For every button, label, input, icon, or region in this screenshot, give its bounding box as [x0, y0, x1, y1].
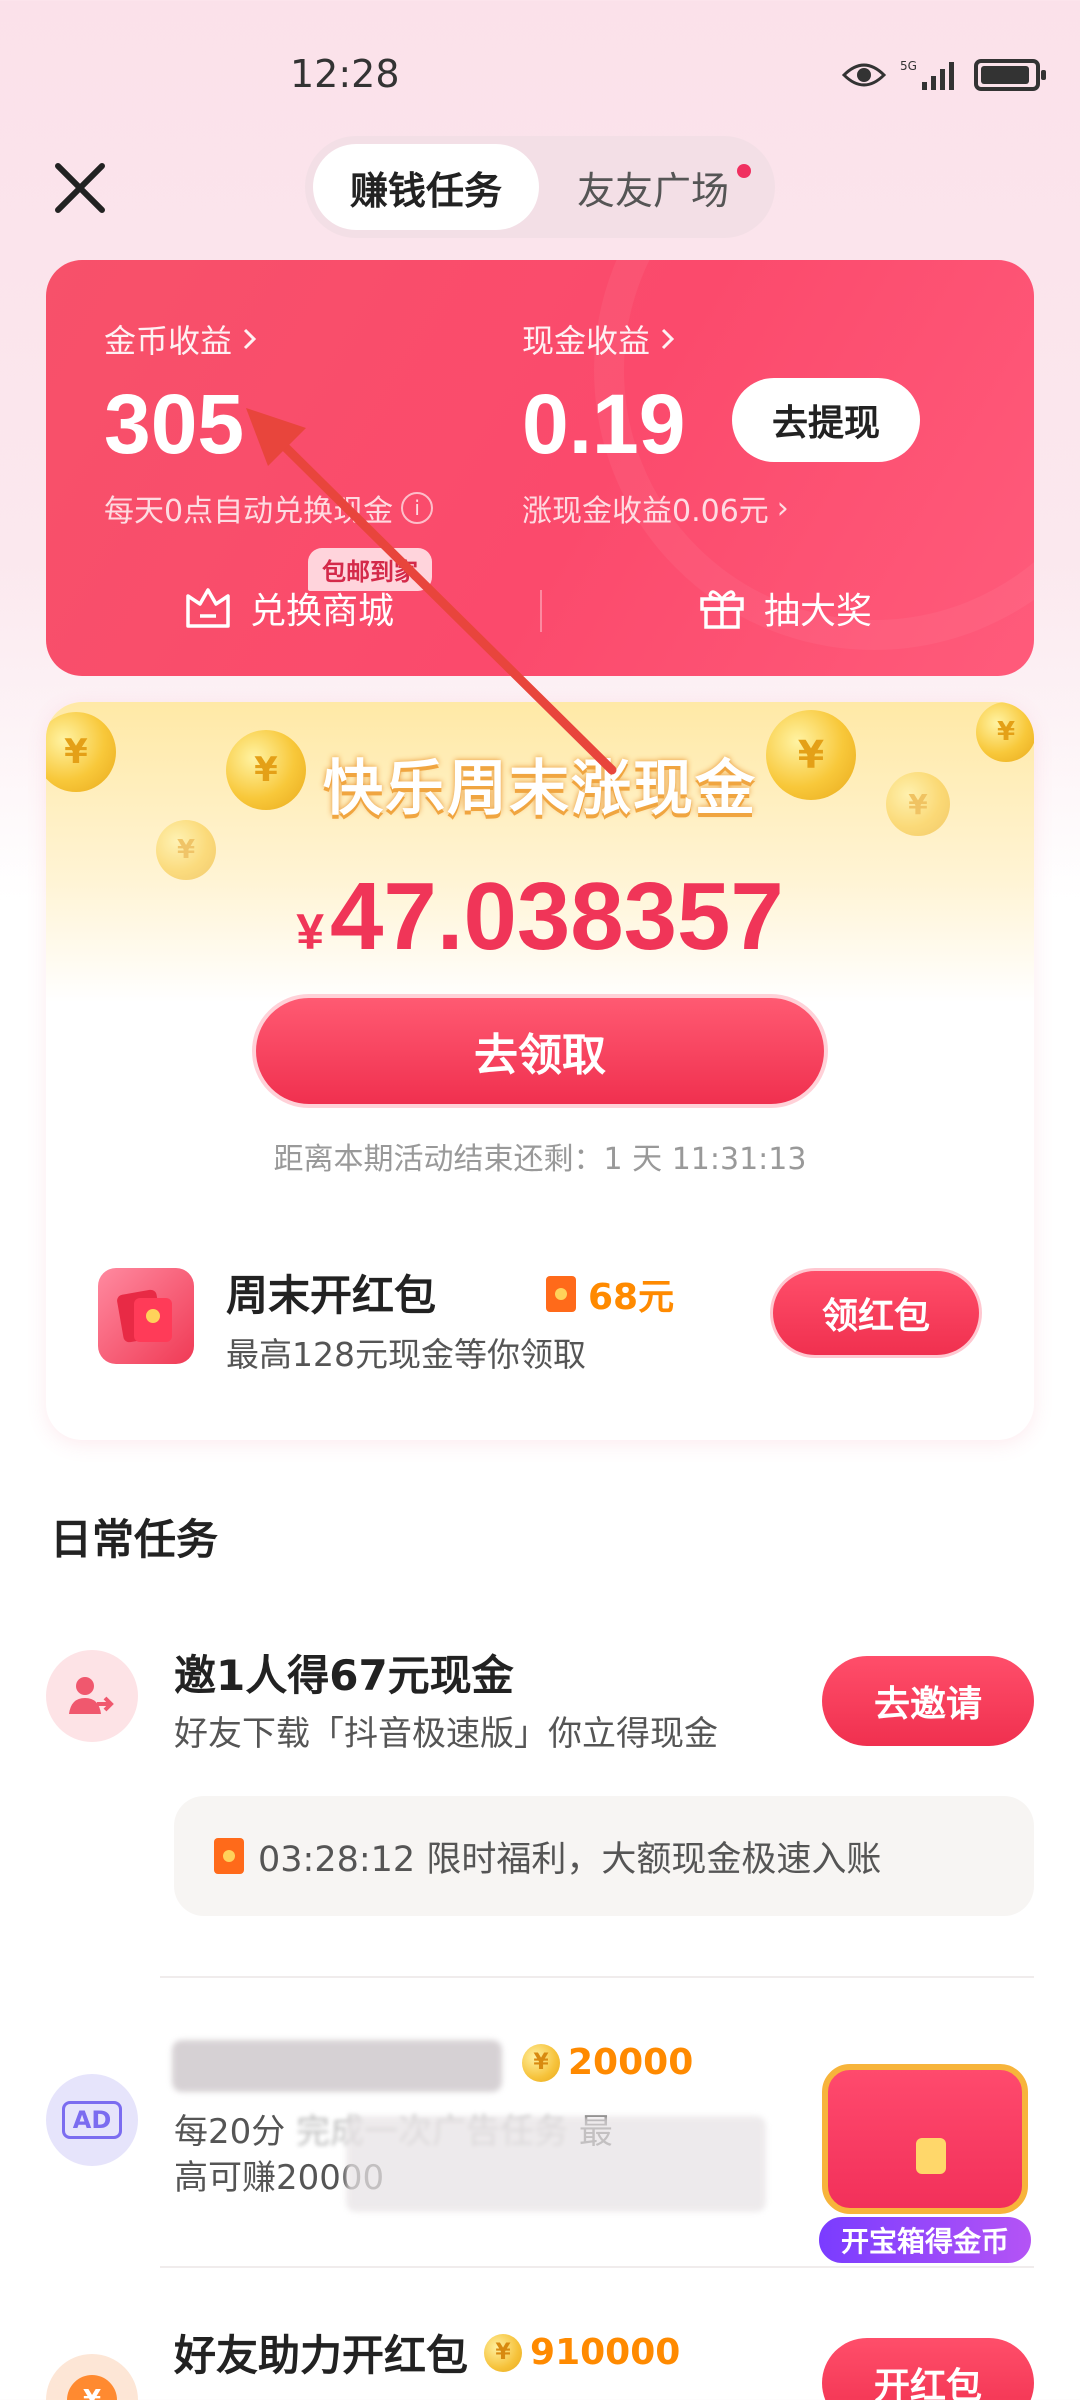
- coin-earnings-value: 305: [104, 377, 245, 471]
- coin-reward-value: 20000: [568, 2042, 694, 2083]
- notification-dot: [737, 164, 751, 178]
- chevron-right-icon: ›: [776, 490, 789, 526]
- coin-icon: ¥: [522, 2043, 560, 2082]
- coin-earnings-note-text: 每天0点自动兑换现金: [104, 494, 394, 529]
- red-envelope-small-icon: [214, 1838, 244, 1874]
- tab-friend-plaza[interactable]: 友友广场: [539, 144, 767, 230]
- weekend-title: 快乐周末涨现金: [323, 754, 757, 824]
- claim-button[interactable]: 去领取: [252, 994, 828, 1108]
- gift-icon: [700, 590, 744, 629]
- lottery-button[interactable]: 抽大奖: [698, 582, 872, 634]
- coin-earnings-note: 每天0点自动兑换现金 i: [104, 486, 434, 530]
- open-redpack-button[interactable]: 开红包: [822, 2338, 1034, 2400]
- coin-earnings[interactable]: 金币收益 305 每天0点自动兑换现金 i: [104, 316, 434, 530]
- divider: [160, 2266, 1034, 2268]
- cash-earnings-note-text: 涨现金收益0.06元: [522, 494, 769, 529]
- red-envelope-icon: [98, 1268, 194, 1364]
- ad-icon: AD: [46, 2074, 138, 2166]
- activity-countdown: 距离本期活动结束还剩：1 天 11:31:13: [273, 1142, 807, 1177]
- tab-earn-tasks[interactable]: 赚钱任务: [313, 144, 539, 230]
- ad-icon-text: AD: [61, 2101, 123, 2139]
- redpack-price-value: 68元: [588, 1277, 675, 1318]
- coin-reward: ¥ 20000: [522, 2042, 693, 2083]
- treasure-label: 开宝箱得金币: [816, 2214, 1034, 2266]
- yuan-coin-icon: ¥: [67, 2375, 117, 2400]
- ad-task-subtitle-start: 每20分: [174, 2112, 286, 2152]
- chevron-right-icon: [661, 328, 675, 350]
- status-bar: 12:28 5G: [0, 0, 1080, 150]
- daily-tasks-title: 日常任务: [50, 1515, 219, 1564]
- coin-icon: ¥: [484, 2333, 523, 2372]
- withdraw-button[interactable]: 去提现: [732, 378, 920, 462]
- envelope-graphic: [117, 1289, 172, 1343]
- signal-icon: 5G: [900, 59, 954, 90]
- redpack-subtitle: 最高128元现金等你领取: [226, 1335, 586, 1374]
- blurred-title: [172, 2040, 502, 2092]
- currency-symbol: ¥: [296, 904, 324, 960]
- lock-icon: [916, 2138, 946, 2174]
- redpack-price: 68元: [546, 1268, 674, 1320]
- shop-icon: [186, 588, 230, 628]
- invite-task-subtitle: 好友下载「抖音极速版」你立得现金: [174, 1714, 718, 1754]
- tab-friend-plaza-label: 友友广场: [576, 168, 729, 213]
- earnings-card: 金币收益 305 每天0点自动兑换现金 i 现金收益 0.19 涨现金收益0.0…: [46, 260, 1034, 676]
- tab-earn-tasks-label: 赚钱任务: [349, 168, 502, 213]
- weekend-cash-card: ¥ ¥ ¥ ¥ ¥ ¥ 快乐周末涨现金 ¥47.038357 去领取 距离本期活…: [46, 702, 1034, 1440]
- get-redpack-button[interactable]: 领红包: [770, 1268, 982, 1358]
- invite-task: 邀1人得67元现金 好友下载「抖音极速版」你立得现金 去邀请: [46, 1636, 1034, 1776]
- invite-task-title: 邀1人得67元现金: [174, 1651, 514, 1700]
- coin-earnings-title: 金币收益: [104, 322, 233, 360]
- limited-offer-text: 03:28:12 限时福利，大额现金极速入账: [258, 1839, 882, 1880]
- chevron-right-icon: [243, 328, 257, 350]
- red-envelope-small-icon: [546, 1276, 576, 1312]
- weekend-amount: ¥47.038357: [46, 862, 1034, 972]
- invite-user-icon: [46, 1650, 138, 1742]
- cash-earnings-note: 涨现金收益0.06元 ›: [522, 486, 789, 530]
- coin-task-icon: ¥: [46, 2354, 138, 2400]
- friend-help-task: ¥ 好友助力开红包 ¥ 910000 开红包: [46, 2318, 1034, 2400]
- status-time: 12:28: [290, 52, 400, 96]
- limited-offer-notice: 03:28:12 限时福利，大额现金极速入账: [174, 1796, 1034, 1916]
- battery-icon: [974, 59, 1046, 91]
- divider: [160, 1976, 1034, 1978]
- divider: [540, 590, 542, 632]
- blurred-region: [346, 2116, 766, 2212]
- close-icon[interactable]: [50, 158, 110, 218]
- friend-help-task-title: 好友助力开红包 ¥ 910000: [174, 2322, 680, 2383]
- eye-icon: [842, 63, 886, 87]
- battery-fill: [981, 66, 1029, 84]
- coin-reward: ¥ 910000: [484, 2332, 680, 2373]
- treasure-chest-icon: [822, 2064, 1028, 2214]
- treasure-chest-button[interactable]: 开宝箱得金币: [816, 2064, 1034, 2270]
- ad-task-reward: ¥ 20000: [522, 2042, 693, 2083]
- weekend-banner: ¥ ¥ ¥ ¥ ¥ ¥ 快乐周末涨现金 ¥47.038357: [46, 702, 1034, 1002]
- status-icons: 5G: [842, 58, 1046, 92]
- cash-earnings-title: 现金收益: [522, 322, 651, 360]
- friend-help-title-text: 好友助力开红包: [174, 2331, 469, 2380]
- network-type-label: 5G: [900, 59, 917, 73]
- cash-earnings-label: 现金收益: [522, 316, 789, 362]
- exchange-shop-button[interactable]: 兑换商城: [184, 582, 394, 634]
- coin-earnings-label: 金币收益: [104, 316, 433, 362]
- redpack-title: 周末开红包: [226, 1271, 437, 1320]
- weekend-redpack-row: 周末开红包 68元 最高128元现金等你领取 领红包: [98, 1262, 982, 1374]
- weekend-amount-value: 47.038357: [330, 863, 784, 970]
- invite-button[interactable]: 去邀请: [822, 1656, 1034, 1746]
- info-icon[interactable]: i: [401, 492, 434, 524]
- exchange-shop-label: 兑换商城: [250, 591, 395, 632]
- coin-reward-value: 910000: [530, 2332, 681, 2373]
- top-tabs: 赚钱任务 友友广场: [305, 136, 775, 238]
- lottery-label: 抽大奖: [764, 591, 873, 632]
